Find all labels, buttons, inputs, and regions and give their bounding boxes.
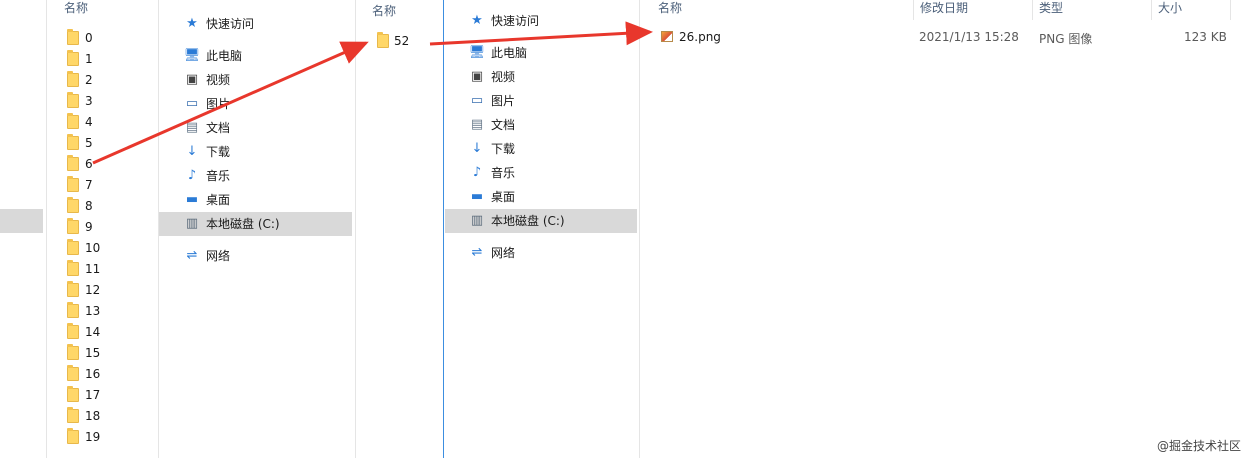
annotation-arrow	[429, 21, 653, 46]
watermark: @掘金技术社区	[1157, 439, 1242, 453]
annotation-arrow	[92, 41, 369, 165]
annotation-overlay	[92, 21, 653, 165]
